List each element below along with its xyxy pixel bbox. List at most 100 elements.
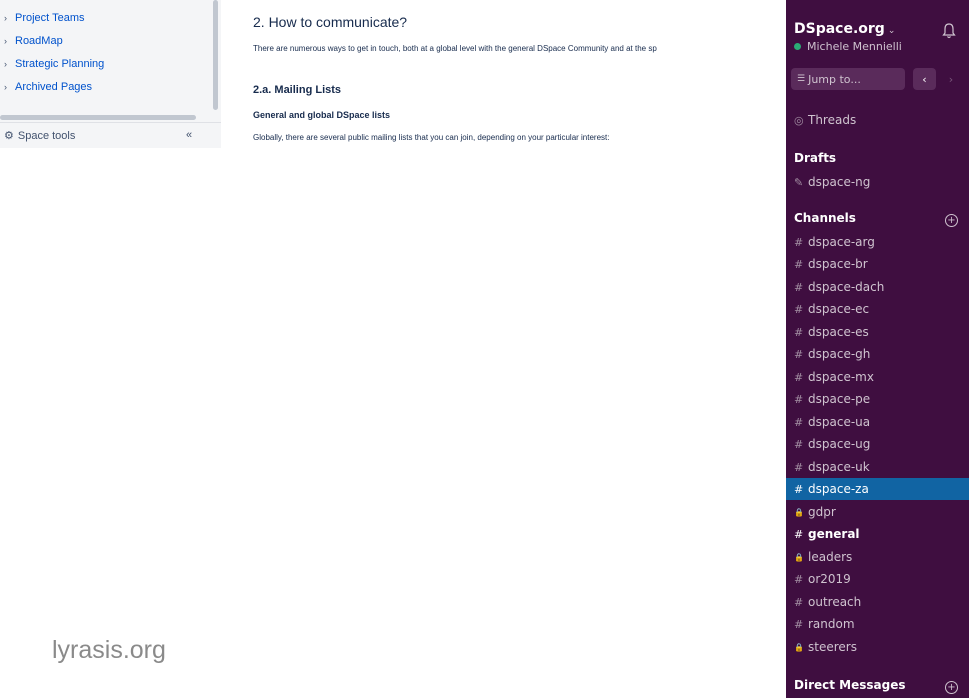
channel-name: leaders [808, 550, 853, 564]
hash-icon: # [794, 572, 804, 586]
channel-name: gdpr [808, 505, 836, 519]
channel-name: general [808, 527, 860, 541]
subsection-heading: 2.a. Mailing Lists [253, 84, 342, 96]
lock-icon: 🔒 [794, 507, 804, 517]
online-status-icon [794, 43, 801, 50]
channels-header[interactable]: Channels [794, 211, 856, 225]
workspace-menu[interactable]: DSpace.org ⌄ [794, 21, 895, 37]
channel-item[interactable]: # dspace-es [786, 321, 969, 343]
space-tools-label: Space tools [17, 129, 76, 142]
channel-item[interactable]: # dspace-pe [786, 388, 969, 410]
tree-item-archived-pages[interactable]: › Archived Pages [0, 75, 212, 98]
channel-name: steerers [808, 640, 857, 654]
user-name: Michele Mennielli [807, 40, 902, 53]
channel-name: dspace-es [808, 325, 869, 339]
channel-item[interactable]: 🔒 gdpr [786, 501, 969, 523]
gear-icon: ⚙ [4, 130, 14, 142]
channel-item[interactable]: # dspace-ug [786, 433, 969, 455]
chevron-right-icon[interactable]: › [4, 59, 15, 69]
hash-icon: # [794, 595, 804, 609]
hash-icon: # [794, 437, 804, 451]
channel-name: dspace-arg [808, 235, 875, 249]
hash-icon: # [794, 392, 804, 406]
channel-item[interactable]: # dspace-gh [786, 343, 969, 365]
watermark: lyrasis.org [52, 636, 166, 664]
channel-item[interactable]: # random [786, 613, 969, 635]
draft-item[interactable]: ✎ dspace-ng [786, 171, 969, 193]
channel-name: random [808, 617, 855, 631]
add-channel-icon[interactable]: + [945, 214, 958, 227]
channel-item-active[interactable]: # dspace-za [786, 478, 969, 500]
channel-item[interactable]: # dspace-uk [786, 456, 969, 478]
history-back-button[interactable]: ‹ [913, 68, 936, 90]
threads-label: Threads [808, 113, 857, 127]
channel-item[interactable]: 🔒 leaders [786, 546, 969, 568]
channel-item[interactable]: # dspace-br [786, 253, 969, 275]
horizontal-scrollbar[interactable] [0, 115, 196, 120]
section-heading: 2. How to communicate? [253, 14, 408, 30]
channel-name: or2019 [808, 572, 851, 586]
channel-item[interactable]: # or2019 [786, 568, 969, 590]
channel-name: dspace-za [808, 482, 869, 496]
hash-icon: # [794, 527, 804, 541]
draft-name: dspace-ng [808, 175, 871, 189]
hash-icon: # [794, 257, 804, 271]
channel-item[interactable]: # dspace-dach [786, 276, 969, 298]
channel-name: dspace-pe [808, 392, 871, 406]
page-content: 2. How to communicate? There are numerou… [253, 0, 786, 160]
collapse-sidebar-button[interactable]: « [186, 129, 192, 141]
space-sidebar: › Project Teams › RoadMap › Strategic Pl… [0, 0, 221, 148]
channel-name: dspace-uk [808, 460, 870, 474]
tree-item-label: Project Teams [15, 11, 85, 24]
chevron-right-icon[interactable]: › [4, 82, 15, 92]
page-tree: › Project Teams › RoadMap › Strategic Pl… [0, 6, 212, 98]
jump-to-search[interactable]: ☰ Jump to... [791, 68, 905, 90]
user-status[interactable]: Michele Mennielli [794, 40, 902, 53]
channel-name: dspace-mx [808, 370, 874, 384]
space-tools-button[interactable]: ⚙ Space tools « [0, 122, 221, 148]
hash-icon: # [794, 325, 804, 339]
body-paragraph: Globally, there are several public maili… [253, 133, 610, 142]
bell-icon[interactable] [941, 22, 957, 40]
add-direct-message-icon[interactable]: + [945, 681, 958, 694]
channel-item-unread[interactable]: # general [786, 523, 969, 545]
sub-subsection-heading: General and global DSpace lists [253, 110, 391, 120]
channel-item[interactable]: # dspace-arg [786, 231, 969, 253]
channel-name: outreach [808, 595, 862, 609]
hash-icon: # [794, 280, 804, 294]
tree-item-project-teams[interactable]: › Project Teams [0, 6, 212, 29]
tree-item-roadmap[interactable]: › RoadMap [0, 29, 212, 52]
hash-icon: # [794, 617, 804, 631]
channel-name: dspace-gh [808, 347, 871, 361]
channel-name: dspace-ec [808, 302, 870, 316]
history-forward-button[interactable]: › [941, 68, 961, 90]
slack-sidebar: DSpace.org ⌄ Michele Mennielli ☰ Jump to.… [786, 0, 969, 698]
chevron-down-icon: ⌄ [887, 26, 896, 36]
chevron-right-icon[interactable]: › [4, 13, 15, 23]
vertical-scrollbar[interactable] [213, 0, 218, 110]
tree-item-label: Strategic Planning [15, 57, 105, 70]
channel-item[interactable]: # dspace-mx [786, 366, 969, 388]
channel-name: dspace-ua [808, 415, 871, 429]
tree-item-strategic-planning[interactable]: › Strategic Planning [0, 52, 212, 75]
threads-icon: ◎ [794, 113, 804, 127]
tree-item-label: Archived Pages [15, 80, 93, 93]
channel-name: dspace-ug [808, 437, 871, 451]
chevron-right-icon[interactable]: › [4, 36, 15, 46]
tree-item-label: RoadMap [15, 34, 63, 47]
channel-item[interactable]: # outreach [786, 591, 969, 613]
sidebar-item-threads[interactable]: ◎ Threads [786, 109, 969, 131]
search-icon: ☰ [797, 74, 806, 84]
channel-name: dspace-br [808, 257, 868, 271]
channel-item[interactable]: 🔒 steerers [786, 636, 969, 658]
channel-item[interactable]: # dspace-ua [786, 411, 969, 433]
channel-item[interactable]: # dspace-ec [786, 298, 969, 320]
direct-messages-header[interactable]: Direct Messages [794, 678, 906, 692]
intro-paragraph: There are numerous ways to get in touch,… [253, 44, 657, 53]
hash-icon: # [794, 482, 804, 496]
hash-icon: # [794, 460, 804, 474]
drafts-header: Drafts [794, 151, 837, 165]
lock-icon: 🔒 [794, 552, 804, 562]
hash-icon: # [794, 302, 804, 316]
jump-to-placeholder: Jump to... [808, 72, 861, 86]
